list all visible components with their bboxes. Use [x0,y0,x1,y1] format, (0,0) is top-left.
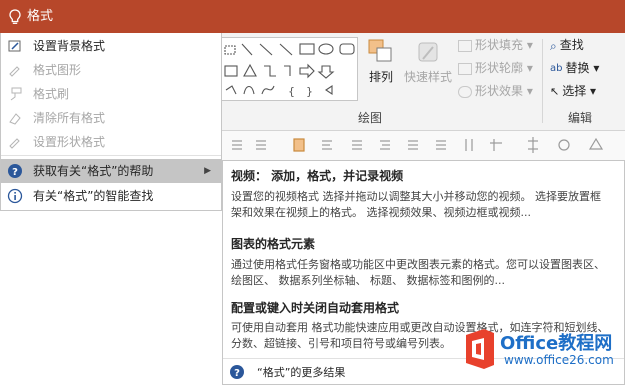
menu-item-clear-formatting[interactable]: 清除所有格式 [1,106,221,130]
lightbulb-icon [9,9,21,24]
shape-outline-button[interactable]: 形状轮廓 ▾ [458,58,533,78]
menu-divider [1,155,221,156]
paint-bucket-icon [458,39,472,52]
menu-item-format-graphic[interactable]: 格式图形 [1,58,221,82]
tell-me-bar[interactable]: 格式 [0,0,625,33]
menu-item-smart-lookup[interactable]: 有关“格式”的智能查找 [1,184,221,208]
search-results-menu: 设置背景格式 格式图形 格式刷 清除所有格式 设置形状格式 ? 获取有关“格式”… [0,33,222,211]
clear-formatting-icon [9,113,21,125]
more-results-label: “格式”的更多结果 [257,366,346,379]
format-painter-icon [10,87,22,101]
ribbon-separator [542,39,543,123]
help-result-title[interactable]: 视频： 添加，格式，并记录视频 [231,167,403,184]
format-graphic-icon [9,66,20,77]
cursor-icon: ↖ [550,84,560,98]
effects-icon [458,85,472,98]
replace-label: 替换 [565,61,590,75]
drawing-group-label: 绘图 [358,111,383,125]
watermark-url: www.office26.com [504,353,614,367]
submenu-arrow-icon: ▶ [204,166,211,176]
pen-icon [458,62,472,75]
menu-item-get-help[interactable]: ? 获取有关“格式”的帮助 ▶ [1,159,221,183]
menu-item-label: 格式图形 [33,63,82,77]
svg-text:}: } [306,85,313,98]
watermark: Office教程网 www.office26.com [460,325,622,375]
menu-item-format-shape[interactable]: 设置形状格式 [1,130,221,154]
help-result-description: 设置您的视频格式 选择并拖动以调整其大小并移动您的视频。 选择要放置框架和效果在… [231,190,601,219]
shape-effects-label: 形状效果 [475,84,524,98]
menu-item-label: 设置形状格式 [33,135,106,149]
shape-effects-button[interactable]: 形状效果 ▾ [458,81,533,101]
svg-text:?: ? [12,167,18,178]
replace-button[interactable]: ab 替换 ▾ [550,58,599,78]
format-toolbar-row [222,131,625,160]
select-button[interactable]: ↖ 选择 ▾ [550,81,596,101]
quick-styles-icon [418,42,438,62]
smart-lookup-icon [7,188,23,204]
find-label: 查找 [559,38,584,52]
replace-icon: ab [550,62,563,74]
office-logo-icon [466,329,494,369]
shapes-gallery-icons: { } [224,43,355,98]
help-result-description: 通过使用格式任务窗格或功能区中更改图表元素的格式。您可以设置图表区、 绘图区、 … [231,258,605,287]
quick-styles-button[interactable]: 快速样式 [402,37,454,99]
shape-outline-label: 形状轮廓 [475,61,524,75]
format-toolbar-icons [232,137,604,153]
menu-item-label: 获取有关“格式”的帮助 [33,164,154,178]
menu-item-label: 清除所有格式 [33,111,106,125]
menu-item-label: 格式刷 [33,87,70,101]
ribbon-home: { } 排列 快速样式 形状填充 ▾ 形状轮廓 ▾ 形状效果 ▾ ⌕ 查找 ab 替… [222,33,625,131]
menu-item-label: 设置背景格式 [33,39,106,53]
svg-text:{: { [288,85,295,98]
select-label: 选择 [562,84,587,98]
help-icon: ? [230,365,244,379]
editing-group-label: 编辑 [568,111,593,125]
find-icon: ⌕ [550,38,557,53]
format-shape-icon [9,138,20,149]
arrange-icon [368,39,392,62]
search-query[interactable]: 格式 [27,8,53,26]
shape-fill-button[interactable]: 形状填充 ▾ [458,35,533,55]
help-icon: ? [8,164,22,178]
help-result-title[interactable]: 配置或键入时关闭自动套用格式 [231,299,399,316]
quick-styles-label: 快速样式 [403,70,452,84]
arrange-button[interactable]: 排列 [364,37,398,99]
watermark-brand: Office教程网 [500,333,613,354]
find-button[interactable]: ⌕ 查找 [550,35,584,55]
shapes-gallery[interactable]: { } [222,37,358,101]
arrange-label: 排列 [368,70,393,84]
help-result-title[interactable]: 图表的格式元素 [231,235,315,252]
format-background-icon [8,40,21,52]
svg-text:?: ? [234,368,240,379]
shape-fill-label: 形状填充 [475,38,524,52]
menu-item-format-background[interactable]: 设置背景格式 [1,34,221,58]
menu-item-format-painter[interactable]: 格式刷 [1,82,221,106]
menu-item-label: 有关“格式”的智能查找 [33,189,154,203]
